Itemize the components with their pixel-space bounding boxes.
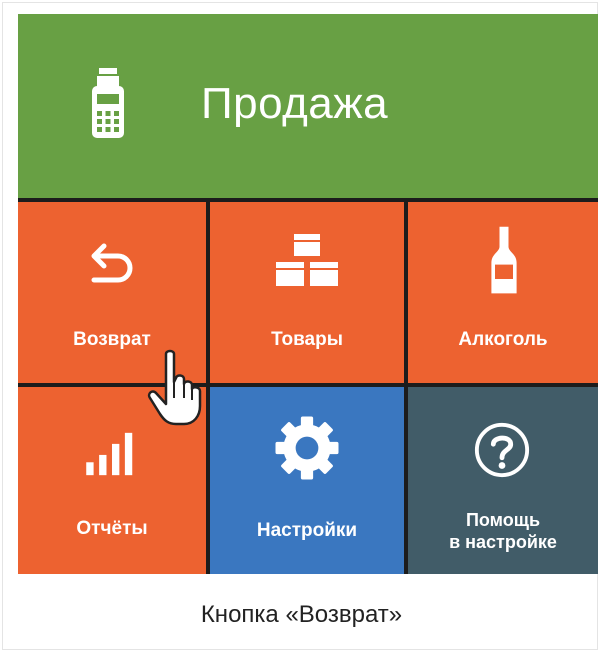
- alcohol-label: Алкоголь: [458, 329, 548, 350]
- figure-caption: Кнопка «Возврат»: [200, 601, 403, 628]
- bar-chart-icon: [86, 432, 133, 476]
- sale-header[interactable]: Продажа: [18, 14, 598, 198]
- boxes-icon: [276, 234, 338, 286]
- cash-register-icon: [92, 68, 124, 138]
- pos-screen: Продажа Возврат Товары Алкоголь Отчёты Н…: [18, 14, 598, 574]
- header-title: Продажа: [201, 79, 389, 128]
- bottle-icon: [491, 226, 517, 294]
- reports-label: Отчёты: [76, 518, 148, 539]
- question-icon: [474, 422, 530, 478]
- return-arrow-icon: [91, 243, 133, 283]
- goods-button[interactable]: Товары: [210, 202, 404, 383]
- help-label-line2: в настройке: [449, 532, 557, 552]
- goods-label: Товары: [271, 329, 343, 350]
- settings-button[interactable]: Настройки: [210, 387, 404, 574]
- help-label-line1: Помощь: [465, 510, 541, 530]
- settings-label: Настройки: [256, 520, 358, 541]
- gear-icon: [275, 416, 339, 480]
- help-button[interactable]: Помощь в настройке: [408, 387, 598, 574]
- alcohol-button[interactable]: Алкоголь: [408, 202, 598, 383]
- hand-cursor-icon: [147, 349, 202, 426]
